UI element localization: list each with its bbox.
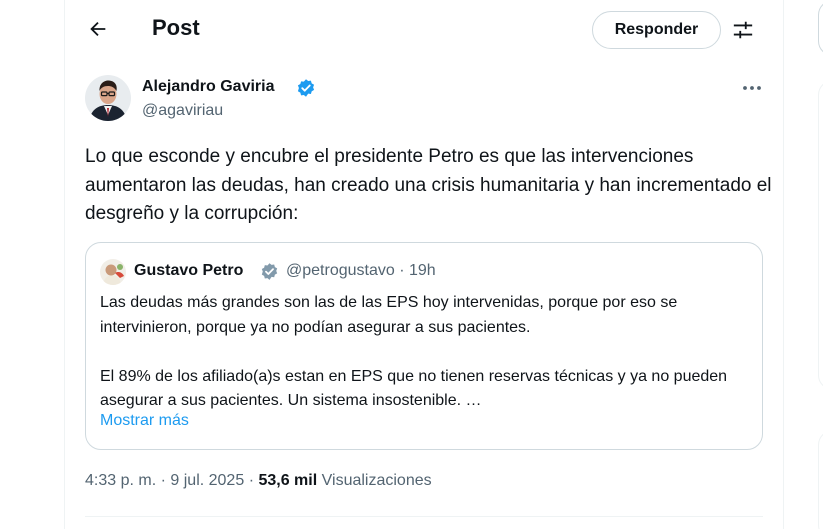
divider bbox=[85, 516, 763, 517]
post-text: Lo que esconde y encubre el presidente P… bbox=[85, 146, 772, 224]
more-options-button[interactable] bbox=[737, 76, 767, 100]
views-label: Visualizaciones bbox=[321, 472, 432, 489]
post-metadata: 4:33 p. m. · 9 jul. 2025 · 53,6 mil Visu… bbox=[85, 472, 432, 490]
show-more-link[interactable]: Mostrar más bbox=[100, 412, 189, 430]
column-border-right bbox=[783, 0, 784, 529]
author-name[interactable]: Alejandro Gaviria bbox=[142, 78, 275, 96]
reply-button[interactable]: Responder bbox=[592, 11, 721, 49]
post-time[interactable]: 4:33 p. m. bbox=[85, 472, 156, 489]
post-header: Post Responder bbox=[65, 0, 783, 58]
meta-separator: · bbox=[248, 472, 255, 489]
column-border-left bbox=[64, 0, 65, 529]
filter-button[interactable] bbox=[726, 13, 760, 47]
sliders-icon bbox=[733, 21, 753, 39]
sidebar-panel-stub-lower bbox=[818, 430, 823, 529]
quote-author-name[interactable]: Gustavo Petro bbox=[134, 262, 243, 280]
verified-badge-icon bbox=[297, 79, 315, 97]
quote-avatar-image bbox=[100, 259, 126, 285]
meta-separator: · bbox=[160, 472, 166, 489]
post-date[interactable]: 9 jul. 2025 bbox=[170, 472, 244, 489]
quote-author-handle[interactable]: @petrogustavo bbox=[286, 262, 395, 279]
sidebar-panel-stub bbox=[818, 80, 823, 390]
quote-author-avatar[interactable] bbox=[100, 259, 126, 285]
verified-gray-badge-icon bbox=[261, 263, 278, 280]
quoted-post[interactable]: Gustavo Petro @petrogustavo · 19h Las de… bbox=[85, 242, 763, 450]
back-button[interactable] bbox=[81, 12, 115, 46]
quote-text: Las deudas más grandes son las de las EP… bbox=[100, 294, 728, 409]
author-handle[interactable]: @agaviriau bbox=[142, 102, 223, 120]
more-horizontal-icon bbox=[743, 86, 761, 90]
arrow-left-icon bbox=[90, 21, 106, 37]
quote-handle-time: @petrogustavo · 19h bbox=[286, 262, 436, 280]
page-title: Post bbox=[152, 15, 200, 40]
quote-time-ago[interactable]: 19h bbox=[409, 262, 436, 279]
sidebar-search-stub[interactable] bbox=[818, 0, 823, 56]
views-count: 53,6 mil bbox=[258, 472, 318, 489]
quote-separator: · bbox=[399, 262, 405, 279]
author-avatar-image bbox=[85, 75, 131, 121]
author-avatar[interactable] bbox=[85, 75, 131, 121]
